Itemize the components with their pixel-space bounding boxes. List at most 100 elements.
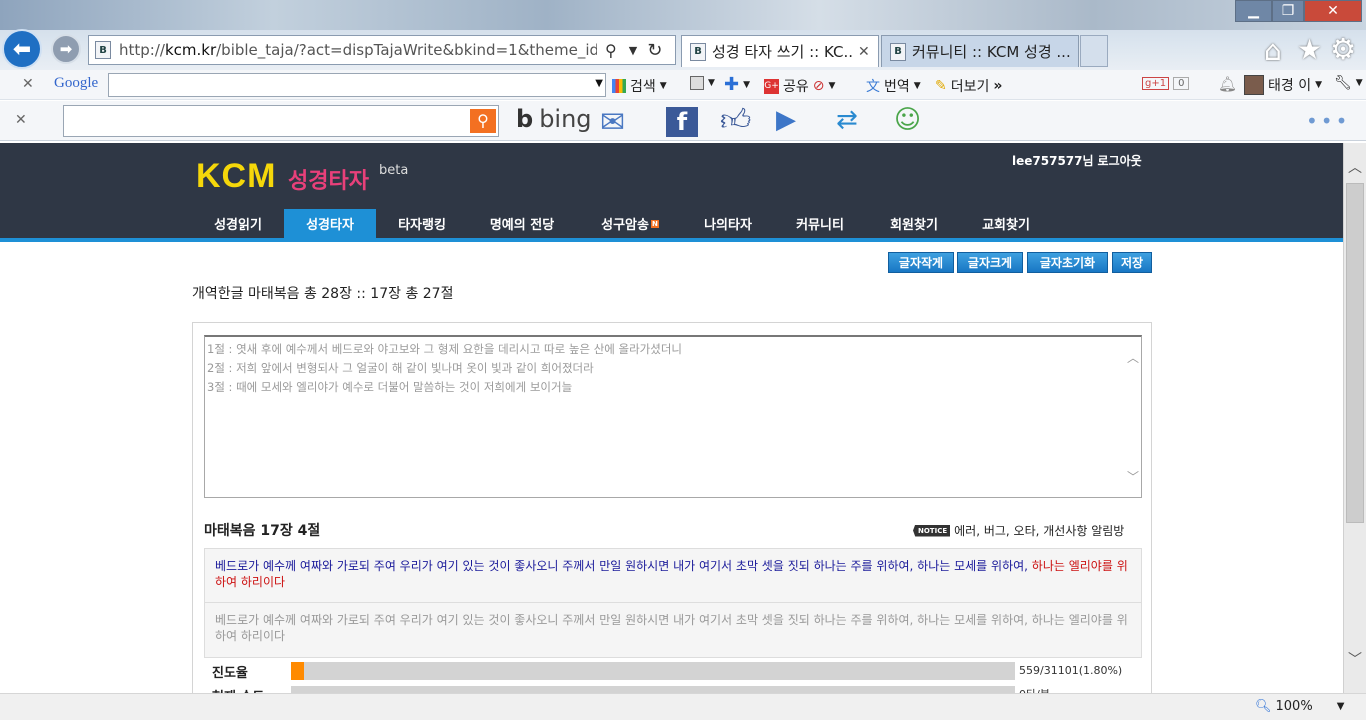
minimize-button[interactable]: ▁ bbox=[1235, 0, 1272, 22]
scroll-down-icon[interactable]: ﹀ bbox=[1348, 649, 1362, 669]
zoom-control[interactable]: 🔍︎ 100% ▼ bbox=[1255, 699, 1344, 714]
more-dots-icon[interactable]: ••• bbox=[1306, 109, 1350, 133]
translate-label: 번역 bbox=[884, 79, 910, 95]
menu-find-church[interactable]: 교회찾기 bbox=[960, 209, 1052, 238]
chevron-down-icon: ▼ bbox=[828, 81, 836, 91]
toolbar-close-icon[interactable]: ✕ bbox=[15, 112, 27, 128]
beta-badge: beta bbox=[379, 163, 409, 178]
tab-inactive[interactable]: B 커뮤니티 :: KCM 성경 ... bbox=[881, 35, 1079, 67]
chevron-down-icon: ▼ bbox=[708, 78, 715, 88]
search-icon[interactable]: ⚲ bbox=[470, 109, 496, 133]
save-button[interactable]: 저장 bbox=[1112, 252, 1152, 273]
menu-verse-memorize[interactable]: 성구암송 N bbox=[576, 209, 684, 238]
notice-text: 에러, 버그, 오타, 개선사항 알림방 bbox=[954, 524, 1125, 538]
chevron-down-icon[interactable]: ▼ bbox=[595, 78, 603, 89]
logout-link[interactable]: 로그아웃 bbox=[1098, 152, 1142, 169]
tab-label: 성경 타자 쓰기 :: KC... bbox=[712, 43, 852, 61]
settings-gear-icon[interactable]: ⚙ bbox=[1330, 32, 1356, 66]
home-icon[interactable]: ⌂ bbox=[1264, 34, 1282, 67]
site-title: 성경타자 bbox=[288, 169, 369, 194]
bing-toolbar: ✕ ⚲ b bing ✉ f 👍︎ ▶ ⇄ ☺ ••• bbox=[0, 101, 1366, 141]
menu-bible-taja[interactable]: 성경타자 bbox=[284, 209, 376, 238]
font-large-button[interactable]: 글자크게 bbox=[957, 252, 1023, 273]
scroll-up-icon[interactable]: ︿ bbox=[1127, 349, 1139, 368]
address-bar[interactable]: B http://kcm.kr/bible_taja/?act=dispTaja… bbox=[88, 35, 676, 65]
messenger-icon[interactable]: ☺ bbox=[894, 105, 921, 135]
progress-fill bbox=[291, 662, 305, 680]
google-search-button[interactable]: 검색 ▼ bbox=[612, 76, 667, 96]
menu-find-member[interactable]: 회원찾기 bbox=[868, 209, 960, 238]
current-verse-label: 마태복음 17장 4절 bbox=[204, 523, 321, 539]
tab-favicon-icon: B bbox=[890, 42, 906, 61]
google-search-input[interactable]: ▼ bbox=[108, 73, 606, 97]
toolbar-close-icon[interactable]: ✕ bbox=[22, 76, 34, 92]
restore-icon: ❐ bbox=[1281, 3, 1295, 19]
progress-label: 진도율 bbox=[212, 666, 248, 681]
chevron-down-icon: ▼ bbox=[913, 81, 921, 91]
typing-input[interactable]: 베드로가 예수께 여짜와 가로되 주여 우리가 여기 있는 것이 좋사오니 주께… bbox=[204, 603, 1142, 658]
tab-label: 커뮤니티 :: KCM 성경 ... bbox=[912, 43, 1070, 61]
mail-icon[interactable]: ✉ bbox=[600, 105, 625, 140]
page-scrollbar[interactable]: ︿ ﹀ bbox=[1343, 143, 1366, 693]
zoom-level: 100% bbox=[1275, 699, 1313, 714]
font-reset-button[interactable]: 글자초기화 bbox=[1027, 252, 1108, 273]
bing-logo[interactable]: b bing bbox=[516, 105, 592, 133]
bing-search-input[interactable]: ⚲ bbox=[63, 105, 499, 137]
video-icon[interactable]: ▶ bbox=[776, 105, 796, 135]
back-button[interactable]: ⬅ bbox=[2, 29, 42, 69]
verse-line: 1절 : 엿새 후에 예수께서 베드로와 야고보와 그 형제 요한을 데리시고 … bbox=[207, 342, 682, 356]
facebook-icon[interactable]: f bbox=[666, 107, 698, 137]
scrollbar-thumb[interactable] bbox=[1346, 183, 1364, 523]
search-icon[interactable]: ⚲ bbox=[605, 41, 617, 60]
scroll-up-icon[interactable]: ︿ bbox=[1348, 157, 1362, 177]
chevron-down-icon: ▼ bbox=[1315, 80, 1323, 90]
scroll-down-icon[interactable]: ﹀ bbox=[1127, 468, 1139, 487]
tools-button[interactable]: 🔧︎ ▼ bbox=[1334, 75, 1363, 91]
notice-link[interactable]: NOTICE 에러, 버그, 오타, 개선사항 알림방 bbox=[913, 522, 1124, 539]
tab-active[interactable]: B 성경 타자 쓰기 :: KC... ✕ bbox=[681, 35, 879, 67]
user-greeting: lee757577님 bbox=[1012, 154, 1094, 168]
more-button[interactable]: ✎ 더보기 » bbox=[935, 76, 1002, 96]
new-tab-button[interactable] bbox=[1080, 35, 1108, 67]
menu-bible-read[interactable]: 성경읽기 bbox=[192, 209, 284, 238]
plus-icon: ✚ bbox=[724, 74, 740, 95]
gplus-button[interactable]: g+1 0 bbox=[1142, 77, 1190, 90]
verse-line: 3절 : 때에 모세와 엘리야가 예수로 더불어 말씀하는 것이 저희에게 보이… bbox=[207, 380, 573, 394]
close-window-button[interactable]: ✕ bbox=[1304, 0, 1362, 22]
font-small-button[interactable]: 글자작게 bbox=[888, 252, 954, 273]
like-thumb-icon[interactable]: 👍︎ bbox=[720, 103, 751, 139]
window-background bbox=[0, 0, 1366, 30]
translate-bing-icon[interactable]: ⇄ bbox=[836, 105, 858, 135]
share-icon: G+ bbox=[764, 78, 779, 94]
gplus-count: 0 bbox=[1173, 77, 1190, 90]
status-bar: 🔍︎ 100% ▼ bbox=[0, 693, 1366, 720]
tab-close-icon[interactable]: ✕ bbox=[858, 44, 870, 60]
translate-button[interactable]: 文 번역 ▼ bbox=[866, 76, 921, 96]
menu-hall-of-fame[interactable]: 명예의 전당 bbox=[468, 209, 576, 238]
verses-textarea[interactable]: 1절 : 엿새 후에 예수께서 베드로와 야고보와 그 형제 요한을 데리시고 … bbox=[204, 335, 1142, 498]
target-verse-text: 베드로가 예수께 여짜와 가로되 주여 우리가 여기 있는 것이 좋사오니 주께… bbox=[204, 548, 1142, 603]
bing-label: bing bbox=[539, 105, 592, 133]
user-area: lee757577님 로그아웃 bbox=[1012, 152, 1142, 169]
kcm-logo[interactable]: KCM bbox=[196, 157, 276, 196]
google-search-label: 검색 bbox=[630, 79, 656, 95]
chevron-down-icon: ▼ bbox=[1336, 701, 1345, 712]
popup-blocker-button[interactable]: ▼ bbox=[690, 76, 715, 90]
add-button[interactable]: ✚ ▼ bbox=[724, 74, 750, 95]
notification-bell-icon[interactable]: 🔔︎ bbox=[1218, 75, 1237, 93]
favorites-star-icon[interactable]: ★ bbox=[1297, 33, 1322, 66]
share-button[interactable]: G+ 공유 ⊘ ▼ bbox=[764, 76, 835, 96]
user-account-button[interactable]: 태경 이 ▼ bbox=[1244, 75, 1322, 95]
google-color-icon bbox=[612, 79, 626, 93]
maximize-button[interactable]: ❐ bbox=[1272, 0, 1304, 22]
double-chevron-icon: » bbox=[993, 78, 1003, 94]
bing-b-icon: b bbox=[516, 105, 534, 133]
refresh-icon[interactable]: ↻ bbox=[647, 40, 662, 61]
chevron-down-icon: ▼ bbox=[743, 79, 751, 90]
forward-button[interactable]: ➡ bbox=[51, 34, 81, 64]
dropdown-arrow-icon[interactable]: ▼ bbox=[629, 44, 637, 57]
menu-my-taja[interactable]: 나의타자 bbox=[684, 209, 772, 238]
menu-taja-ranking[interactable]: 타자랭킹 bbox=[376, 209, 468, 238]
wrench-icon: 🔧︎ bbox=[1334, 75, 1352, 91]
menu-community[interactable]: 커뮤니티 bbox=[772, 209, 868, 238]
